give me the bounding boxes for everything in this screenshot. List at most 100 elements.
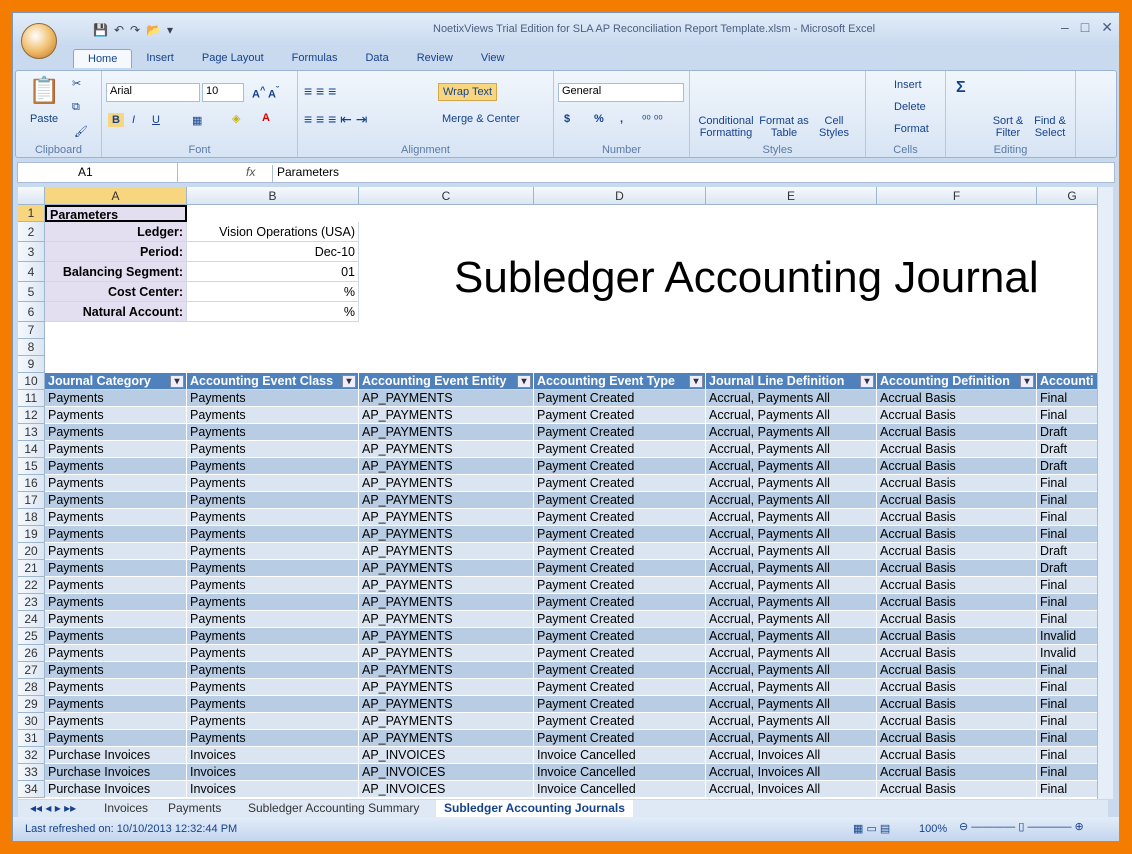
filter-dropdown-icon[interactable]: ▾ <box>689 375 703 388</box>
italic-button[interactable]: I <box>132 114 135 126</box>
table-cell[interactable]: Payments <box>45 458 187 475</box>
table-cell[interactable]: Payments <box>45 577 187 594</box>
table-cell[interactable]: Payments <box>45 509 187 526</box>
column-header-f[interactable]: F <box>877 187 1037 205</box>
table-cell[interactable]: Payments <box>45 441 187 458</box>
row-header[interactable]: 14 <box>18 441 45 458</box>
row-header[interactable]: 27 <box>18 662 45 679</box>
table-cell[interactable]: Payments <box>187 407 359 424</box>
table-cell[interactable]: Payments <box>187 628 359 645</box>
filter-dropdown-icon[interactable]: ▾ <box>342 375 356 388</box>
row-header[interactable]: 16 <box>18 475 45 492</box>
table-cell[interactable]: Payments <box>45 526 187 543</box>
table-cell[interactable]: Accrual, Payments All <box>706 560 877 577</box>
table-cell[interactable]: Final <box>1037 526 1098 543</box>
row-header[interactable]: 2 <box>18 222 45 242</box>
table-cell[interactable]: Payment Created <box>534 577 706 594</box>
table-cell[interactable]: Final <box>1037 492 1098 509</box>
filter-dropdown-icon[interactable]: ▾ <box>860 375 874 388</box>
column-header-d[interactable]: D <box>534 187 706 205</box>
find-select-button[interactable]: Find & Select <box>1030 115 1070 139</box>
table-cell[interactable]: Final <box>1037 407 1098 424</box>
decimal-icon[interactable]: ⁰⁰ ⁰⁰ <box>642 113 663 126</box>
table-cell[interactable]: Payments <box>187 611 359 628</box>
table-cell[interactable]: Accrual Basis <box>877 526 1037 543</box>
table-cell[interactable]: Draft <box>1037 560 1098 577</box>
column-header-c[interactable]: C <box>359 187 534 205</box>
autosum-button[interactable]: Σ <box>956 79 966 97</box>
table-cell[interactable]: AP_PAYMENTS <box>359 713 534 730</box>
table-cell[interactable]: Accrual, Payments All <box>706 543 877 560</box>
vertical-scrollbar[interactable] <box>1097 187 1113 799</box>
table-cell[interactable]: Accrual Basis <box>877 662 1037 679</box>
table-cell[interactable]: Accrual Basis <box>877 390 1037 407</box>
table-cell[interactable]: Payments <box>187 526 359 543</box>
table-cell[interactable]: Final <box>1037 390 1098 407</box>
table-cell[interactable]: Payments <box>45 560 187 577</box>
table-cell[interactable]: Payments <box>45 662 187 679</box>
table-cell[interactable]: Accrual Basis <box>877 424 1037 441</box>
view-buttons[interactable]: ▦ ▭ ▤ <box>853 822 890 835</box>
table-cell[interactable]: Payments <box>45 492 187 509</box>
table-cell[interactable]: Payments <box>45 475 187 492</box>
row-header[interactable]: 28 <box>18 679 45 696</box>
table-cell[interactable]: Payments <box>187 577 359 594</box>
format-as-table-button[interactable]: Format as Table <box>756 115 812 139</box>
row-header[interactable]: 11 <box>18 390 45 407</box>
sheet-nav-arrows[interactable]: ◂◂ ◂ ▸ ▸▸ <box>22 800 84 818</box>
row-header[interactable]: 25 <box>18 628 45 645</box>
save-icon[interactable]: 💾 <box>93 23 108 37</box>
table-cell[interactable]: Accrual Basis <box>877 645 1037 662</box>
table-cell[interactable]: Payment Created <box>534 679 706 696</box>
table-cell[interactable]: Accrual, Payments All <box>706 679 877 696</box>
customize-qat-icon[interactable]: ▾ <box>167 23 173 37</box>
table-cell[interactable]: Payments <box>187 645 359 662</box>
row-header[interactable]: 23 <box>18 594 45 611</box>
table-cell[interactable]: Accrual Basis <box>877 696 1037 713</box>
table-cell[interactable]: Draft <box>1037 441 1098 458</box>
table-cell[interactable]: Payments <box>187 475 359 492</box>
table-cell[interactable]: AP_PAYMENTS <box>359 492 534 509</box>
table-cell[interactable]: AP_PAYMENTS <box>359 407 534 424</box>
table-cell[interactable]: Final <box>1037 679 1098 696</box>
table-cell[interactable]: Payments <box>45 713 187 730</box>
table-cell[interactable]: Accrual Basis <box>877 713 1037 730</box>
table-cell[interactable]: Final <box>1037 747 1098 764</box>
table-cell[interactable]: Final <box>1037 577 1098 594</box>
table-cell[interactable]: Accrual Basis <box>877 509 1037 526</box>
table-cell[interactable]: AP_PAYMENTS <box>359 441 534 458</box>
parameters-title-cell[interactable]: Parameters <box>45 205 187 222</box>
parameter-value[interactable]: % <box>187 282 359 302</box>
table-cell[interactable]: Payments <box>187 662 359 679</box>
number-format-select[interactable]: General <box>558 83 684 102</box>
font-name-select[interactable]: Arial <box>106 83 200 102</box>
table-cell[interactable]: Final <box>1037 696 1098 713</box>
open-icon[interactable]: 📂 <box>146 23 161 37</box>
conditional-formatting-button[interactable]: Conditional Formatting <box>698 115 754 139</box>
zoom-slider[interactable]: ⊖ ———— ▯ ———— ⊕ <box>959 820 1089 836</box>
table-cell[interactable]: Payments <box>45 679 187 696</box>
sheet-tab[interactable]: Invoices <box>96 800 156 818</box>
table-header-cell[interactable]: Accounting Event Entity ▾ <box>359 373 534 390</box>
merge-center-button[interactable]: Merge & Center <box>442 113 520 125</box>
table-cell[interactable]: Final <box>1037 730 1098 747</box>
table-header-cell[interactable]: Accounting Event Type ▾ <box>534 373 706 390</box>
table-cell[interactable]: Payments <box>187 713 359 730</box>
row-header[interactable]: 1 <box>18 205 45 222</box>
table-cell[interactable]: AP_PAYMENTS <box>359 679 534 696</box>
table-cell[interactable]: Purchase Invoices <box>45 781 187 798</box>
table-cell[interactable]: Invoices <box>187 747 359 764</box>
formula-input[interactable]: Parameters <box>272 165 339 182</box>
row-header[interactable]: 4 <box>18 262 45 282</box>
table-cell[interactable]: Draft <box>1037 543 1098 560</box>
parameter-value[interactable]: Vision Operations (USA) <box>187 222 359 242</box>
table-cell[interactable]: Payments <box>45 543 187 560</box>
row-header[interactable]: 15 <box>18 458 45 475</box>
table-cell[interactable]: AP_PAYMENTS <box>359 526 534 543</box>
parameter-value[interactable]: 01 <box>187 262 359 282</box>
table-cell[interactable]: Payment Created <box>534 390 706 407</box>
table-cell[interactable]: Accrual Basis <box>877 475 1037 492</box>
table-cell[interactable]: Accrual, Payments All <box>706 645 877 662</box>
cut-icon[interactable]: ✂ <box>72 77 81 90</box>
table-cell[interactable]: Payment Created <box>534 628 706 645</box>
